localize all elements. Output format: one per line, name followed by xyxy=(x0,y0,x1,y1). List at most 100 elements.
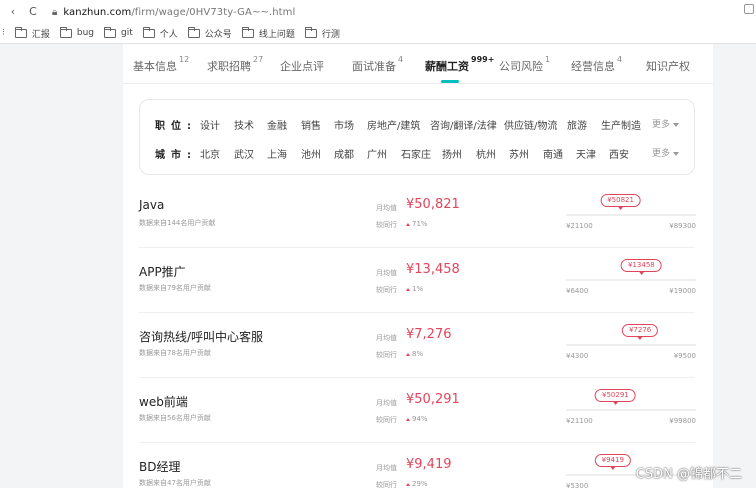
tab-label: 薪酬工资 xyxy=(425,60,469,73)
city-option[interactable]: 南通 xyxy=(543,146,563,161)
salary-row[interactable]: BD经理 数据来自47名用户贡献 月均值 ¥9,419 较同行 29% ¥9419 ¥5300 xyxy=(139,444,696,488)
position-option[interactable]: 设计 xyxy=(200,117,220,132)
avg-label: 月均值 xyxy=(376,334,397,342)
bookmark-label: 公众号 xyxy=(204,29,232,40)
city-option[interactable]: 石家庄 xyxy=(401,146,431,161)
position-more-button[interactable]: 更多 xyxy=(652,117,680,130)
range-max: ¥89300 xyxy=(669,222,696,230)
bookmark-item[interactable]: git xyxy=(104,26,133,38)
city-option[interactable]: 上海 xyxy=(267,146,287,161)
company-tabs: 基本信息12 求职招聘27 企业点评 面试准备4 薪酬工资999+ 公司风险1 经营信息4 知… xyxy=(123,44,713,84)
city-option[interactable]: 扬州 xyxy=(442,146,462,161)
tab-2[interactable]: 求职招聘27 xyxy=(207,55,263,74)
tab-count: 12 xyxy=(179,55,190,65)
compare-value: 8% xyxy=(406,350,423,358)
city-option[interactable]: 池州 xyxy=(301,146,321,161)
apps-icon[interactable]: ⁝ xyxy=(2,28,5,38)
range-max: ¥19000 xyxy=(669,287,696,295)
url-host: kanzhun.com xyxy=(63,6,132,18)
tab-label: 经营信息 xyxy=(571,60,615,73)
city-more-button[interactable]: 更多 xyxy=(652,146,680,159)
up-arrow-icon xyxy=(406,482,410,486)
compare-label: 较同行 xyxy=(376,286,397,294)
folder-icon xyxy=(241,26,254,38)
job-title[interactable]: web前端 xyxy=(139,393,188,410)
city-option[interactable]: 杭州 xyxy=(476,146,496,161)
tab-3[interactable]: 企业点评 xyxy=(280,58,324,74)
city-option[interactable]: 广州 xyxy=(367,146,387,161)
job-title[interactable]: Java xyxy=(139,198,164,212)
city-option[interactable]: 西安 xyxy=(609,146,629,161)
compare-percent: 71% xyxy=(412,220,428,228)
salary-range-track xyxy=(566,344,696,346)
bookmark-item[interactable]: bug xyxy=(59,26,94,38)
bookmark-label: 线上问题 xyxy=(258,29,295,40)
tab-5[interactable]: 薪酬工资999+ xyxy=(425,55,494,74)
browser-chrome: ‹ C 🔒︎ kanzhun.com/firm/wage/0HV73ty-GA~… xyxy=(0,0,756,44)
avg-label: 月均值 xyxy=(376,399,397,407)
salary-marker: ¥50821 xyxy=(600,194,641,210)
position-option[interactable]: 房地产/建筑 xyxy=(367,117,420,132)
url-path: /firm/wage/0HV73ty-GA~~.html xyxy=(131,6,296,18)
bookmark-item[interactable]: 公众号 xyxy=(187,26,232,40)
position-option[interactable]: 供应链/物流 xyxy=(504,117,557,132)
tab-1[interactable]: 基本信息12 xyxy=(133,55,190,74)
position-option[interactable]: 金融 xyxy=(267,117,287,132)
salary-row[interactable]: APP推广 数据来自79名用户贡献 月均值 ¥13,458 较同行 1% ¥13458 ¥64… xyxy=(139,249,696,313)
salary-row[interactable]: 咨询热线/呼叫中心客服 数据来自78名用户贡献 月均值 ¥7,276 较同行 8% ¥727… xyxy=(139,314,696,378)
tab-count: 4 xyxy=(617,55,623,65)
bookmark-item[interactable]: 行测 xyxy=(304,26,340,40)
back-icon[interactable]: ‹ xyxy=(6,5,20,19)
salary-row[interactable]: web前端 数据来自56名用户贡献 月均值 ¥50,291 较同行 94% ¥50291 ¥2… xyxy=(139,379,696,443)
tab-6[interactable]: 公司风险1 xyxy=(499,55,550,74)
city-option[interactable]: 苏州 xyxy=(509,146,529,161)
data-source: 数据来自144名用户贡献 xyxy=(139,219,216,227)
bookmark-item[interactable]: 个人 xyxy=(142,26,178,40)
up-arrow-icon xyxy=(406,287,410,291)
tab-label: 面试准备 xyxy=(352,60,396,73)
position-option[interactable]: 销售 xyxy=(301,117,321,132)
tab-4[interactable]: 面试准备4 xyxy=(352,55,403,74)
filter-panel: 职位: 更多 设计 技术 金融 销售 市场 房地产/建筑 咨询/翻译/法律 供应链/物流 旅游生… xyxy=(139,99,695,175)
tab-8[interactable]: 知识产权 xyxy=(646,58,690,74)
city-option[interactable]: 北京 xyxy=(200,146,220,161)
range-min: ¥21100 xyxy=(566,222,593,230)
city-filter-row: 城市: 更多 北京 武汉 上海 池州 成都 广州 石家庄 扬州 杭州 苏州 南通 天津 西安 xyxy=(140,146,696,162)
salary-range-track xyxy=(566,214,696,216)
compare-label: 较同行 xyxy=(376,481,397,488)
lock-icon[interactable]: 🔒︎ xyxy=(52,7,57,18)
job-title[interactable]: 咨询热线/呼叫中心客服 xyxy=(139,328,263,345)
reading-list-icon[interactable] xyxy=(744,4,754,14)
compare-percent: 29% xyxy=(412,480,428,488)
reload-icon[interactable]: C xyxy=(26,5,40,19)
tab-label: 公司风险 xyxy=(499,60,543,73)
position-option[interactable]: 咨询/翻译/法律 xyxy=(430,117,497,132)
city-option[interactable]: 天津 xyxy=(576,146,596,161)
bookmarks-bar: ⁝ 汇报 bug git 个人 公众号 线上问题 行测 xyxy=(0,24,756,42)
watermark: CSDN @锦都不二 xyxy=(635,467,742,482)
folder-icon xyxy=(187,26,200,38)
data-source: 数据来自79名用户贡献 xyxy=(139,284,211,292)
url-field[interactable]: kanzhun.com/firm/wage/0HV73ty-GA~~.html xyxy=(63,7,295,18)
job-title[interactable]: APP推广 xyxy=(139,263,186,280)
city-option[interactable]: 成都 xyxy=(334,146,354,161)
tab-label: 企业点评 xyxy=(280,60,324,73)
bookmark-label: git xyxy=(121,28,133,38)
tab-7[interactable]: 经营信息4 xyxy=(571,55,623,74)
job-title[interactable]: BD经理 xyxy=(139,458,180,475)
compare-value: 29% xyxy=(406,480,428,488)
range-min: ¥4300 xyxy=(566,352,589,360)
position-option[interactable]: 生产制造 xyxy=(601,117,641,132)
salary-marker: ¥9419 xyxy=(594,454,631,470)
position-option[interactable]: 市场 xyxy=(334,117,354,132)
more-label: 更多 xyxy=(652,120,671,130)
position-option[interactable]: 旅游 xyxy=(567,117,587,132)
bookmark-item[interactable]: 线上问题 xyxy=(241,26,295,40)
bookmark-label: 汇报 xyxy=(31,29,50,40)
compare-label: 较同行 xyxy=(376,416,397,424)
salary-row[interactable]: Java 数据来自144名用户贡献 月均值 ¥50,821 较同行 71% ¥50821 ¥2… xyxy=(139,184,696,248)
bookmark-item[interactable]: 汇报 xyxy=(14,26,50,40)
avg-salary: ¥13,458 xyxy=(406,262,460,277)
position-option[interactable]: 技术 xyxy=(234,117,254,132)
city-option[interactable]: 武汉 xyxy=(234,146,254,161)
